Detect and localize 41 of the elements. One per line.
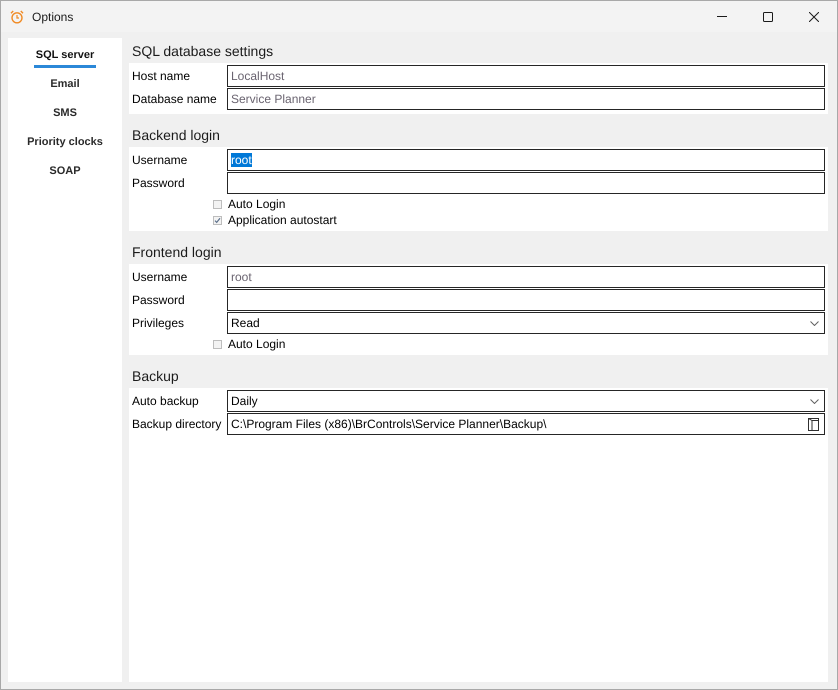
input-field[interactable]: root [227, 266, 825, 288]
path-field[interactable]: C:\Program Files (x86)\BrControls\Service Planner\Backup\ [227, 413, 825, 435]
sidebar-tab[interactable]: SQL server [34, 44, 96, 68]
dropdown[interactable]: Daily [227, 390, 825, 412]
checkbox[interactable] [213, 340, 222, 348]
checkbox-label[interactable]: Auto Login [228, 337, 286, 351]
chevron-down-icon [810, 320, 819, 326]
dropdown[interactable]: Read [227, 312, 825, 334]
field-label: Password [132, 176, 186, 190]
checkbox[interactable] [213, 216, 222, 224]
field-label: Username [132, 153, 188, 167]
input-field[interactable] [227, 172, 825, 194]
sidebar-tab[interactable]: SMS [51, 102, 79, 126]
section-title: Frontend login [131, 242, 223, 262]
close-icon [809, 12, 819, 22]
book-icon[interactable] [808, 418, 819, 430]
input-field[interactable]: Service Planner [227, 88, 825, 110]
field-label: Username [132, 270, 188, 284]
field-label: Privileges [132, 316, 186, 330]
field-label: Auto backup [132, 394, 200, 408]
chevron-down-icon [810, 398, 819, 404]
field-label: Backup directory [132, 417, 222, 431]
checkbox-label[interactable]: Auto Login [228, 197, 286, 211]
section-title: Backup [131, 366, 180, 386]
field-label: Database name [132, 92, 218, 106]
field-label: Host name [132, 69, 192, 83]
window-title: Options [32, 10, 74, 24]
checkbox[interactable] [213, 200, 222, 208]
section-title: Backend login [131, 126, 221, 145]
sidebar-tab[interactable]: SOAP [47, 160, 83, 184]
sidebar-tab[interactable]: Email [48, 73, 82, 97]
input-field[interactable]: LocalHost [227, 65, 825, 87]
maximize-icon [763, 12, 773, 22]
checkbox-label[interactable]: Application autostart [228, 213, 337, 227]
input-field[interactable]: root [227, 149, 825, 171]
alarm-clock-icon [10, 10, 24, 24]
field-label: Password [132, 293, 186, 307]
section-title: SQL database settings [131, 42, 274, 61]
minimize-icon [717, 16, 727, 17]
input-field[interactable] [227, 289, 825, 311]
sidebar-tab[interactable]: Priority clocks [25, 131, 105, 155]
